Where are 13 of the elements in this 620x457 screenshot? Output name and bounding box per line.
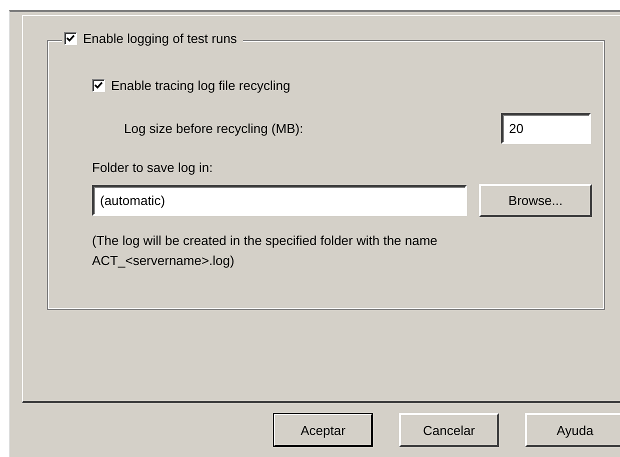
- checkbox-label: Enable tracing log file recycling: [111, 78, 290, 93]
- input-field[interactable]: (automatic): [92, 185, 467, 216]
- checkbox[interactable]: [64, 32, 77, 45]
- dialog-button[interactable]: Ayuda: [525, 413, 620, 447]
- input-field[interactable]: 20: [501, 113, 591, 144]
- checkbox-label: Enable logging of test runs: [83, 31, 237, 46]
- checkbox[interactable]: [92, 79, 105, 92]
- dialog-button[interactable]: Cancelar: [399, 413, 499, 447]
- note-text: (The log will be created in the specified folder with the name ACT_<servername>.log): [92, 232, 438, 270]
- browse-button[interactable]: Browse...: [479, 184, 592, 217]
- dialog-button[interactable]: Aceptar: [273, 413, 373, 447]
- field-label: Folder to save log in:: [92, 160, 214, 175]
- field-label: Log size before recycling (MB):: [124, 121, 304, 136]
